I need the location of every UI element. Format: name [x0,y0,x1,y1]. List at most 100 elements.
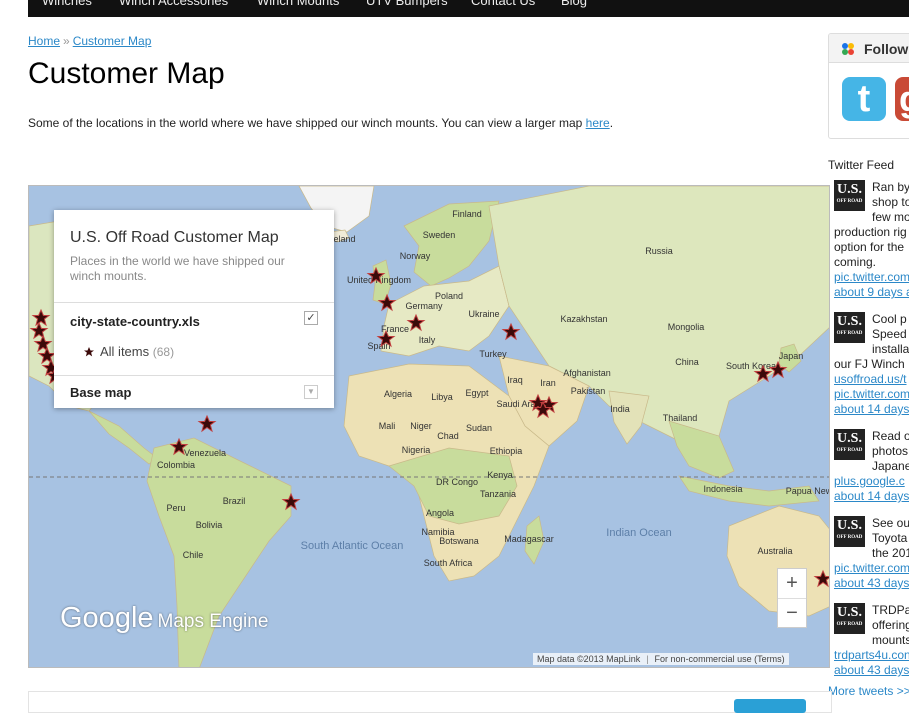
label-chile: Chile [183,550,204,560]
label-italy: Italy [419,335,436,345]
zoom-in-button[interactable]: + [778,569,806,599]
label-colombia: Colombia [157,460,195,470]
tweet-timestamp-link[interactable]: about 43 days [834,663,909,678]
nav-contact-us[interactable]: Contact Us [471,0,535,8]
maps-engine-wordmark: Maps Engine [157,611,269,632]
label-niger: Niger [410,421,432,431]
tweet-text: Speed [872,327,907,341]
zoom-out-button[interactable]: − [778,599,806,628]
label-south-korea: South Korea [726,361,776,371]
base-map-dropdown-icon[interactable]: ▼ [304,385,318,399]
label-tanzania: Tanzania [480,489,516,499]
label-poland: Poland [435,291,463,301]
tweet-text: option for the [834,240,905,254]
label-south-atlantic: South Atlantic Ocean [301,540,404,552]
tweet-text: TRDPa [872,603,909,617]
follow-widget: Follow t g [828,33,909,139]
label-algeria: Algeria [384,389,412,399]
label-mali: Mali [379,421,396,431]
nav-winch-mounts[interactable]: Winch Mounts [257,0,339,8]
tweet-text: the 201 [872,546,909,560]
nav-winches[interactable]: Winches [42,0,92,8]
tweet-text: Ran by [872,180,909,194]
zoom-controls: + − [777,568,807,628]
usoffroad-logo: U.S. OFF ROAD [834,312,865,343]
label-south-africa: South Africa [424,558,473,568]
tweet-timestamp-link[interactable]: about 9 days a [834,285,909,300]
follow-icon [842,43,854,55]
label-angola: Angola [426,508,454,518]
nav-winch-accessories[interactable]: Winch Accessories [119,0,228,8]
divider [54,375,334,376]
label-norway: Norway [400,251,431,261]
label-australia: Australia [757,546,792,556]
label-sweden: Sweden [423,230,456,240]
attribution-data: Map data ©2013 MapLink [537,654,641,664]
label-nigeria: Nigeria [402,445,431,455]
twitter-feed-title: Twitter Feed [828,158,895,172]
map-panel-title: U.S. Off Road Customer Map [70,229,279,246]
breadcrumb: Home» Customer Map [28,34,151,48]
label-iran: Iran [540,378,556,388]
label-brazil: Brazil [223,496,246,506]
divider [54,302,334,303]
intro-end: . [609,116,614,130]
tweet-link[interactable]: trdparts4u.con [834,648,909,663]
tweet-text: Cool p [872,312,907,326]
map-panel-description: Places in the world we have shipped our … [70,254,285,283]
bottom-content-box [28,691,832,713]
label-libya: Libya [431,392,453,402]
tweet-text: offering [872,618,909,632]
larger-map-link[interactable]: here [586,116,610,130]
all-items-count: (68) [152,345,175,359]
label-egypt: Egypt [465,388,489,398]
label-indonesia: Indonesia [703,484,742,494]
tweet-link[interactable]: plus.google.c [834,474,905,489]
label-venezuela: Venezuela [184,448,226,458]
tweet-link[interactable]: pic.twitter.com [834,270,909,285]
breadcrumb-home-link[interactable]: Home [28,34,60,48]
label-papua: Papua New [786,486,830,496]
label-kenya: Kenya [487,470,513,480]
label-kazakhstan: Kazakhstan [560,314,607,324]
tweet-link[interactable]: usoffroad.us/t [834,372,907,387]
all-items-row[interactable]: All items (68) [84,344,174,359]
intro-text: Some of the locations in the world where… [28,116,586,130]
tweet-timestamp-link[interactable]: about 14 days [834,402,909,417]
tweet-text: mounts [872,633,909,647]
label-afghanistan: Afghanistan [563,368,611,378]
all-items-label: All items [100,344,150,359]
google-plus-icon[interactable]: g [895,77,909,121]
tweet-link[interactable]: pic.twitter.com [834,387,909,402]
label-pakistan: Pakistan [571,386,606,396]
label-thailand: Thailand [663,413,698,423]
tweet-link[interactable]: pic.twitter.com [834,561,909,576]
layer-checkbox[interactable]: ✓ [304,311,318,325]
breadcrumb-current-link[interactable]: Customer Map [73,34,152,48]
nav-utv-bumpers[interactable]: UTV Bumpers [366,0,448,8]
follow-label: Follow [864,41,909,57]
label-peru: Peru [166,503,185,513]
intro-paragraph: Some of the locations in the world where… [28,116,613,130]
tweet-text: Read o [872,429,909,443]
label-botswana: Botswana [439,536,479,546]
label-bolivia: Bolivia [196,520,223,530]
label-iraq: Iraq [507,375,523,385]
usoffroad-logo: U.S. OFF ROAD [834,180,865,211]
google-maps-engine-logo: Google Maps Engine [60,602,268,635]
base-map-label[interactable]: Base map [70,385,131,400]
tweet-timestamp-link[interactable]: about 43 days [834,576,909,591]
bottom-button[interactable] [734,699,806,713]
tweet-text: shop to [872,195,909,209]
more-tweets-link[interactable]: More tweets >> [828,684,909,698]
layer-name[interactable]: city-state-country.xls [70,314,200,329]
usoffroad-logo: U.S. OFF ROAD [834,516,865,547]
tweet-text: our FJ Winch [834,357,905,371]
nav-blog[interactable]: Blog [561,0,587,8]
label-dr-congo: DR Congo [436,477,478,487]
attribution-terms[interactable]: For non-commercial use (Terms) [655,654,785,664]
tweet-text: production rig [834,225,907,239]
tweet-timestamp-link[interactable]: about 14 days [834,489,909,504]
twitter-icon[interactable]: t [842,77,886,121]
tweet-text: See ou [872,516,909,530]
